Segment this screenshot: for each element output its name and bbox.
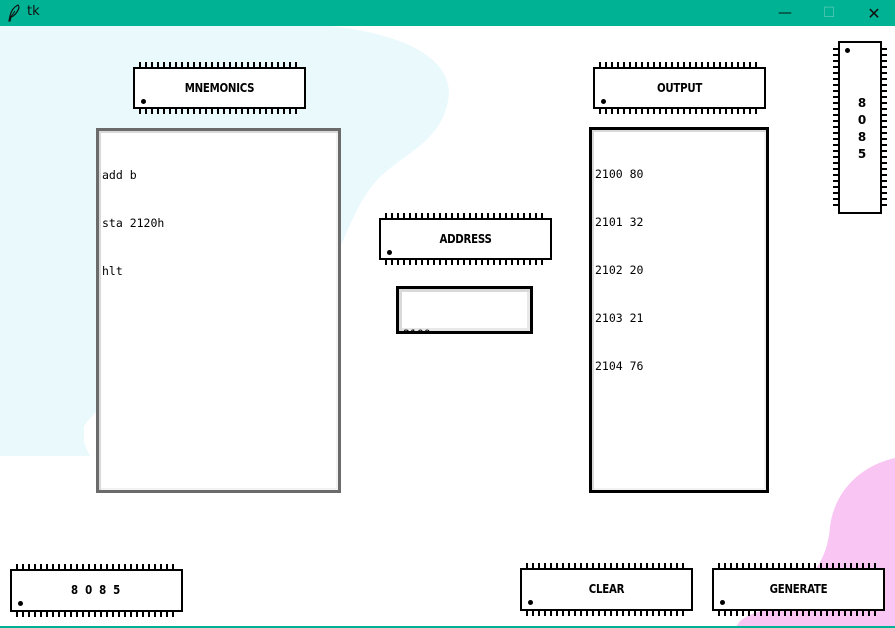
- address-label-chip: ADDRESS: [379, 213, 552, 265]
- chip-pin1-dot: [528, 600, 533, 605]
- chip-pin1-dot: [601, 99, 606, 104]
- chip-pin1-dot: [18, 601, 23, 606]
- address-value: 2100: [403, 327, 431, 334]
- mnemonic-line: hlt: [102, 264, 123, 278]
- minimize-icon: —: [778, 5, 792, 21]
- output-line: 2100 80: [595, 167, 644, 181]
- minimize-button[interactable]: —: [762, 0, 808, 26]
- chip-8085-vertical: 8 0 8 5: [833, 41, 887, 214]
- chip-side-digit: 5: [857, 147, 867, 161]
- title-bar: tk — ☐ ✕: [0, 0, 895, 26]
- close-icon: ✕: [867, 3, 881, 23]
- maximize-icon: ☐: [822, 5, 836, 21]
- mnemonic-line: sta 2120h: [102, 216, 165, 230]
- chip-side-digit: 0: [857, 113, 867, 127]
- clear-button-label: CLEAR: [588, 582, 625, 596]
- output-textarea[interactable]: 2100 80 2101 32 2102 20 2103 21 2104 76: [589, 127, 769, 493]
- chip-8085-label: 8 0 8 5: [71, 583, 122, 597]
- close-button[interactable]: ✕: [851, 0, 895, 26]
- mnemonics-textarea[interactable]: add b sta 2120h hlt: [96, 128, 341, 493]
- mnemonics-label: MNEMONICS: [184, 81, 255, 95]
- generate-button[interactable]: GENERATE: [712, 563, 885, 616]
- output-line: 2104 76: [595, 359, 644, 373]
- output-line: 2101 32: [595, 215, 644, 229]
- feather-icon: [8, 4, 20, 22]
- chip-pin1-dot: [720, 600, 725, 605]
- window-title: tk: [27, 4, 40, 19]
- output-line: 2103 21: [595, 311, 644, 325]
- chip-pin1-dot: [845, 48, 850, 53]
- maximize-button[interactable]: ☐: [806, 0, 852, 26]
- address-input[interactable]: 2100: [396, 286, 533, 334]
- output-line: 2102 20: [595, 263, 644, 277]
- output-label-chip: OUTPUT: [593, 62, 766, 114]
- mnemonic-line: add b: [102, 168, 137, 182]
- chip-pin1-dot: [141, 99, 146, 104]
- chip-8085-bottom: 8 0 8 5: [10, 564, 183, 617]
- chip-side-digit: 8: [857, 96, 867, 110]
- app-window: tk — ☐ ✕ MNEMONICS add b sta 2120h hlt O…: [0, 0, 895, 628]
- clear-button[interactable]: CLEAR: [520, 563, 693, 616]
- chip-pin1-dot: [387, 250, 392, 255]
- mnemonics-label-chip: MNEMONICS: [133, 62, 306, 114]
- generate-button-label: GENERATE: [769, 582, 828, 596]
- output-label: OUTPUT: [656, 81, 703, 95]
- address-label: ADDRESS: [439, 232, 492, 246]
- chip-side-digit: 8: [857, 130, 867, 144]
